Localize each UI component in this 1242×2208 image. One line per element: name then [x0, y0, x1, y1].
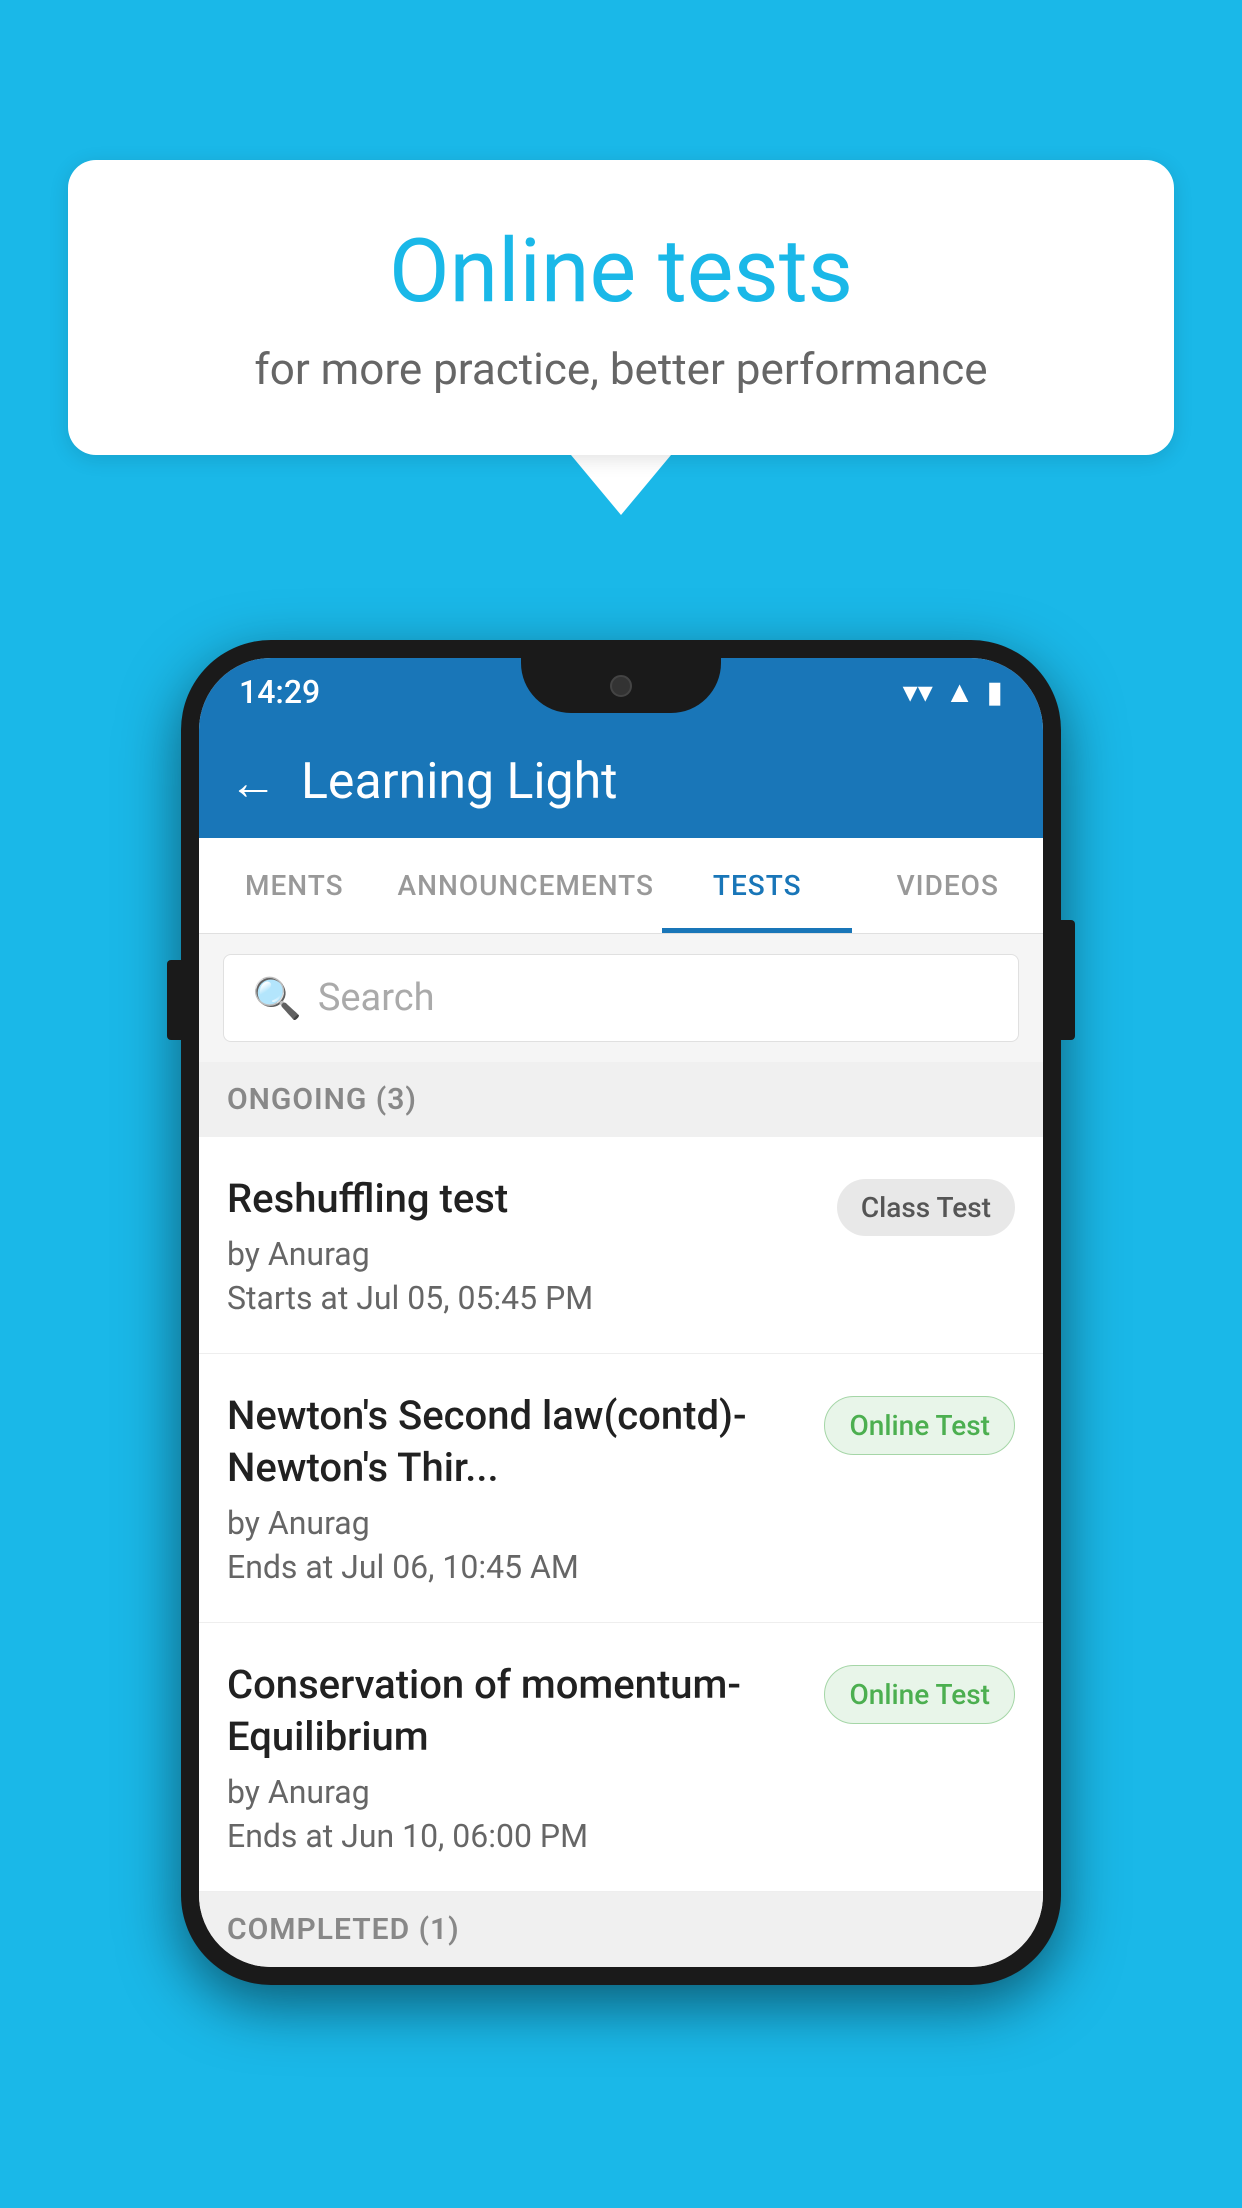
bubble-tail	[571, 455, 671, 515]
wifi-icon: ▾▾	[903, 675, 933, 710]
test-name-conservation: Conservation of momentum-Equilibrium	[227, 1659, 804, 1763]
status-icons: ▾▾ ▲ ▮	[903, 675, 1003, 710]
test-badge-newton: Online Test	[824, 1396, 1015, 1455]
bubble-title: Online tests	[118, 220, 1124, 323]
phone-inner: 14:29 ▾▾ ▲ ▮ ← Learning Light MENTS ANNO…	[199, 658, 1043, 1967]
ongoing-section-header: ONGOING (3)	[199, 1062, 1043, 1137]
search-icon: 🔍	[252, 975, 302, 1022]
test-name-reshuffling: Reshuffling test	[227, 1173, 817, 1225]
tab-ments[interactable]: MENTS	[199, 838, 390, 933]
status-time: 14:29	[239, 673, 320, 711]
notch	[521, 658, 721, 713]
test-info-conservation: Conservation of momentum-Equilibrium by …	[227, 1659, 824, 1855]
test-author-reshuffling: by Anurag	[227, 1235, 817, 1273]
completed-section-header: COMPLETED (1)	[199, 1892, 1043, 1967]
test-badge-reshuffling: Class Test	[837, 1179, 1015, 1236]
test-item-newton[interactable]: Newton's Second law(contd)-Newton's Thir…	[199, 1354, 1043, 1623]
tab-tests[interactable]: TESTS	[662, 838, 853, 933]
signal-icon: ▲	[945, 675, 975, 710]
test-author-newton: by Anurag	[227, 1504, 804, 1542]
tab-announcements[interactable]: ANNOUNCEMENTS	[390, 838, 662, 933]
app-title: Learning Light	[301, 753, 618, 811]
tabs-bar: MENTS ANNOUNCEMENTS TESTS VIDEOS	[199, 838, 1043, 934]
battery-icon: ▮	[986, 675, 1003, 710]
test-date-conservation: Ends at Jun 10, 06:00 PM	[227, 1817, 804, 1855]
tab-videos[interactable]: VIDEOS	[852, 838, 1043, 933]
test-item-reshuffling[interactable]: Reshuffling test by Anurag Starts at Jul…	[199, 1137, 1043, 1354]
bubble-subtitle: for more practice, better performance	[118, 343, 1124, 395]
speech-bubble-container: Online tests for more practice, better p…	[68, 160, 1174, 515]
test-item-conservation[interactable]: Conservation of momentum-Equilibrium by …	[199, 1623, 1043, 1892]
back-button[interactable]: ←	[229, 754, 277, 811]
status-bar: 14:29 ▾▾ ▲ ▮	[199, 658, 1043, 726]
test-info-reshuffling: Reshuffling test by Anurag Starts at Jul…	[227, 1173, 837, 1317]
search-container: 🔍 Search	[199, 934, 1043, 1062]
speech-bubble: Online tests for more practice, better p…	[68, 160, 1174, 455]
phone-outer: 14:29 ▾▾ ▲ ▮ ← Learning Light MENTS ANNO…	[181, 640, 1061, 1985]
search-placeholder: Search	[318, 976, 435, 1020]
test-name-newton: Newton's Second law(contd)-Newton's Thir…	[227, 1390, 804, 1494]
test-badge-conservation: Online Test	[824, 1665, 1015, 1724]
search-box[interactable]: 🔍 Search	[223, 954, 1019, 1042]
camera	[610, 675, 632, 697]
test-info-newton: Newton's Second law(contd)-Newton's Thir…	[227, 1390, 824, 1586]
app-bar: ← Learning Light	[199, 726, 1043, 838]
phone-wrapper: 14:29 ▾▾ ▲ ▮ ← Learning Light MENTS ANNO…	[181, 640, 1061, 1985]
test-date-reshuffling: Starts at Jul 05, 05:45 PM	[227, 1279, 817, 1317]
test-date-newton: Ends at Jul 06, 10:45 AM	[227, 1548, 804, 1586]
test-author-conservation: by Anurag	[227, 1773, 804, 1811]
